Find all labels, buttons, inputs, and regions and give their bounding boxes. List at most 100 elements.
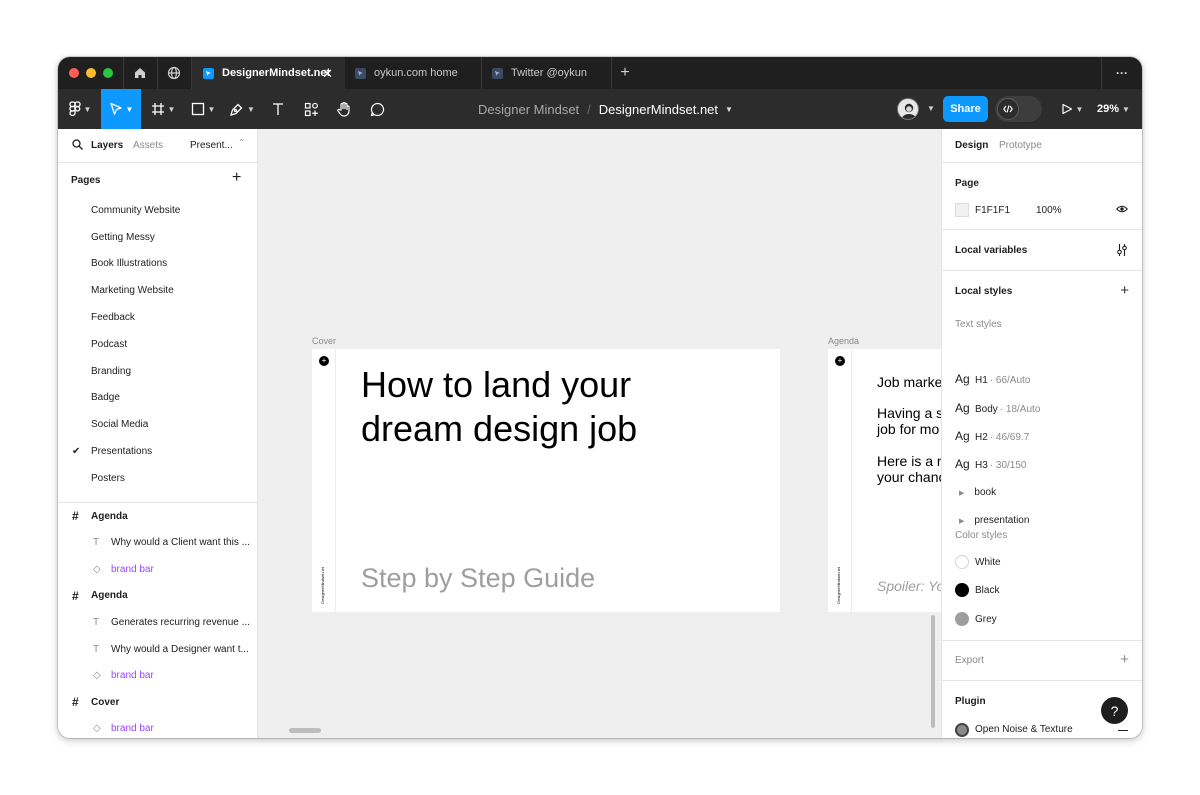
- page-item[interactable]: Podcast: [58, 331, 257, 358]
- horizontal-scrollbar[interactable]: [289, 728, 321, 733]
- chevron-up-icon[interactable]: ⌃: [238, 138, 245, 147]
- more-options-icon[interactable]: ···: [1108, 57, 1136, 89]
- file-breadcrumb[interactable]: Designer Mindset / DesignerMindset.net ▼: [478, 89, 733, 129]
- present-button[interactable]: ▼: [1057, 89, 1087, 129]
- layer-text[interactable]: T Why would a Client want this ...: [58, 529, 257, 556]
- page-item[interactable]: Social Media: [58, 411, 257, 438]
- shape-tool-button[interactable]: ▼: [186, 89, 220, 129]
- help-button[interactable]: ?: [1101, 697, 1128, 724]
- page-item[interactable]: Marketing Website: [58, 277, 257, 304]
- page-item[interactable]: Getting Messy: [58, 224, 257, 251]
- page-item[interactable]: Badge: [58, 385, 257, 412]
- page-opacity-value[interactable]: 100%: [1036, 205, 1062, 216]
- plugin-item[interactable]: Open Noise & Texture: [975, 724, 1073, 735]
- avatar[interactable]: [897, 98, 919, 120]
- zoom-window-button[interactable]: [103, 68, 113, 78]
- slide-subtitle: Step by Step Guide: [361, 563, 596, 593]
- color-style-label[interactable]: Grey: [975, 614, 997, 625]
- page-item[interactable]: Book Illustrations: [58, 251, 257, 278]
- text-style-preview: Ag: [955, 372, 970, 386]
- frame-tool-button[interactable]: ▼: [146, 89, 180, 129]
- frame-label-cover[interactable]: Cover: [312, 336, 336, 346]
- expand-caret-icon[interactable]: ▶: [959, 490, 964, 497]
- layer-component-instance[interactable]: ◇ brand bar: [58, 716, 257, 738]
- color-swatch[interactable]: [955, 612, 969, 626]
- resources-tool-button[interactable]: [298, 89, 324, 129]
- eye-icon[interactable]: [1116, 204, 1128, 217]
- page-item[interactable]: Posters: [58, 465, 257, 492]
- layer-component-label: brand bar: [111, 723, 154, 735]
- text-tool-button[interactable]: [265, 89, 291, 129]
- current-page-selector[interactable]: Present...: [190, 140, 233, 151]
- frame-label-agenda[interactable]: Agenda: [828, 336, 859, 346]
- tab-designermindset[interactable]: DesignerMindset.net ✕: [192, 57, 345, 89]
- page-color-value[interactable]: F1F1F1: [975, 205, 1010, 216]
- globe-icon[interactable]: [166, 65, 182, 81]
- agenda-spoiler: Spoiler: Yo: [877, 578, 941, 594]
- close-tab-icon[interactable]: ✕: [322, 66, 333, 82]
- zoom-menu[interactable]: 29% ▼: [1097, 89, 1130, 129]
- page-item[interactable]: Feedback: [58, 304, 257, 331]
- layer-frame[interactable]: # Agenda: [58, 503, 257, 530]
- text-style-item[interactable]: Ag H3 · 30/150: [955, 457, 1027, 471]
- left-panel-tabs: Layers Assets Present... ⌃: [58, 129, 257, 163]
- dev-mode-toggle[interactable]: [995, 96, 1042, 122]
- file-name[interactable]: DesignerMindset.net: [599, 102, 718, 117]
- text-style-item[interactable]: Ag H1 · 66/Auto: [955, 372, 1030, 386]
- hand-tool-button[interactable]: [331, 89, 357, 129]
- main-menu-button[interactable]: ▼: [64, 89, 96, 129]
- export-section[interactable]: Export +: [942, 641, 1142, 681]
- text-style-item[interactable]: Ag Body · 18/Auto: [955, 401, 1040, 415]
- page-color-swatch[interactable]: [955, 203, 969, 217]
- add-page-icon[interactable]: +: [232, 169, 241, 187]
- local-variables-section[interactable]: Local variables: [942, 230, 1142, 271]
- tab-twitter-oykun[interactable]: Twitter @oykun: [482, 57, 612, 89]
- project-name[interactable]: Designer Mindset: [478, 102, 579, 117]
- minimize-window-button[interactable]: [86, 68, 96, 78]
- share-button[interactable]: Share: [943, 96, 988, 122]
- color-swatch[interactable]: [955, 583, 969, 597]
- layer-text-label: Generates recurring revenue ...: [111, 616, 250, 628]
- pen-tool-button[interactable]: ▼: [225, 89, 259, 129]
- tab-design[interactable]: Design: [955, 140, 988, 151]
- new-tab-button[interactable]: +: [614, 57, 636, 89]
- layer-text[interactable]: T Why would a Designer want t...: [58, 636, 257, 663]
- text-styles-heading: Text styles: [955, 319, 1002, 330]
- search-icon[interactable]: [72, 139, 83, 153]
- tab-prototype[interactable]: Prototype: [999, 140, 1042, 151]
- layer-frame[interactable]: # Cover: [58, 689, 257, 716]
- style-group-item[interactable]: ▶ presentation: [959, 515, 1029, 526]
- tab-oykun-home[interactable]: oykun.com home: [345, 57, 481, 89]
- agenda-slide[interactable]: + DesignerMindset.net Job marke Having a…: [828, 349, 941, 612]
- page-item[interactable]: Community Website: [58, 197, 257, 224]
- color-style-label[interactable]: White: [975, 557, 1001, 568]
- tab-assets[interactable]: Assets: [133, 140, 163, 151]
- layer-component-instance[interactable]: ◇ brand bar: [58, 556, 257, 583]
- text-style-item[interactable]: Ag H2 · 46/69.7: [955, 429, 1029, 443]
- remove-plugin-icon[interactable]: [1118, 730, 1128, 731]
- brand-text: DesignerMindset.net: [320, 567, 325, 604]
- page-item[interactable]: Branding: [58, 358, 257, 385]
- add-style-icon[interactable]: +: [1120, 283, 1129, 298]
- expand-caret-icon[interactable]: ▶: [959, 518, 964, 525]
- chevron-down-icon[interactable]: ▼: [927, 104, 935, 113]
- export-title[interactable]: Export: [955, 655, 984, 666]
- vertical-scrollbar[interactable]: [931, 615, 935, 728]
- color-swatch[interactable]: [955, 555, 969, 569]
- layer-text[interactable]: T Generates recurring revenue ...: [58, 609, 257, 636]
- local-variables-title[interactable]: Local variables: [955, 245, 1027, 256]
- home-icon[interactable]: [132, 65, 148, 81]
- style-group-item[interactable]: ▶ book: [959, 487, 996, 498]
- color-style-label[interactable]: Black: [975, 585, 999, 596]
- comment-tool-button[interactable]: [364, 89, 390, 129]
- move-tool-button[interactable]: ▼: [101, 89, 141, 129]
- variables-settings-icon[interactable]: [1116, 243, 1128, 260]
- layer-frame[interactable]: # Agenda: [58, 583, 257, 610]
- tab-layers[interactable]: Layers: [91, 140, 123, 151]
- close-window-button[interactable]: [69, 68, 79, 78]
- cover-slide[interactable]: + DesignerMindset.net How to land your d…: [312, 349, 780, 612]
- page-item[interactable]: ✔ Presentations: [58, 438, 257, 465]
- layer-component-instance[interactable]: ◇ brand bar: [58, 662, 257, 689]
- canvas[interactable]: Cover + DesignerMindset.net How to land …: [258, 129, 941, 738]
- add-export-icon[interactable]: +: [1120, 652, 1129, 667]
